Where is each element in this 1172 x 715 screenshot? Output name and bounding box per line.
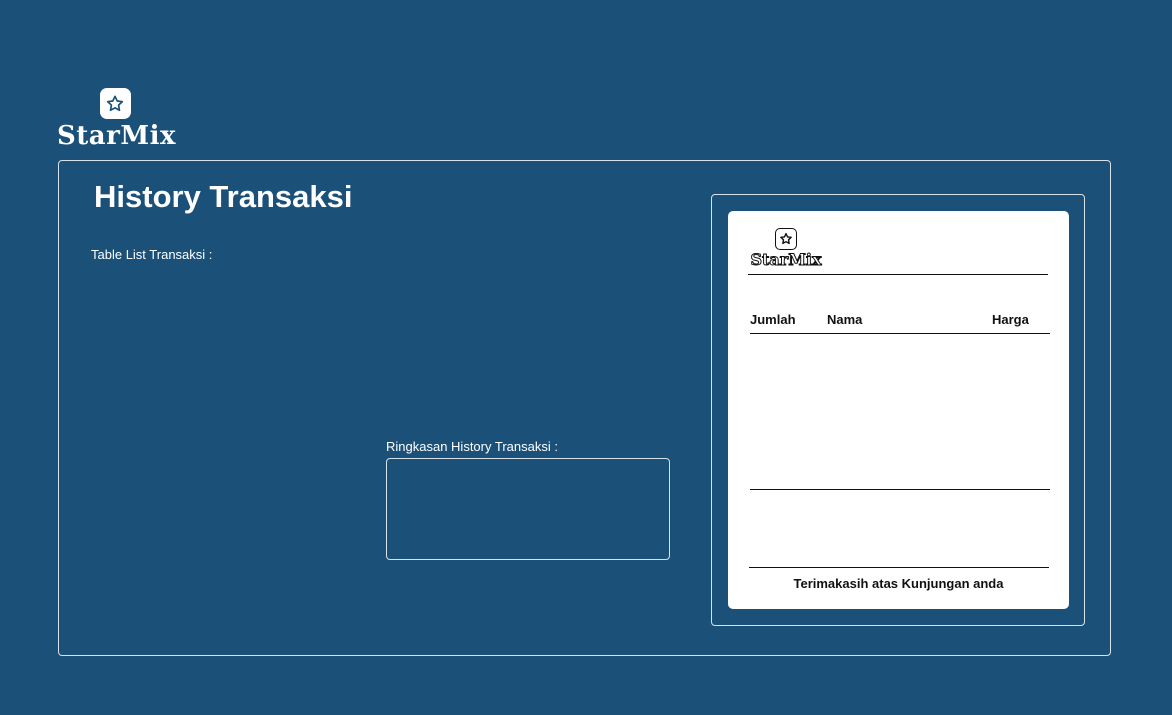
column-header-nama: Nama — [827, 312, 863, 327]
page-title: History Transaksi — [94, 179, 353, 214]
table-list-label: Table List Transaksi : — [91, 247, 213, 262]
column-header-jumlah: Jumlah — [750, 312, 796, 327]
receipt-divider — [750, 333, 1050, 334]
receipt-divider — [749, 567, 1049, 568]
summary-label: Ringkasan History Transaksi : — [386, 439, 558, 454]
receipt-divider — [748, 274, 1048, 275]
receipt-divider — [750, 489, 1050, 490]
column-header-harga: Harga — [992, 312, 1029, 327]
star-icon — [775, 228, 797, 250]
receipt-brand-name: StarMix — [750, 250, 822, 269]
receipt-thanks: Terimakasih atas Kunjungan anda — [793, 576, 1004, 591]
summary-box — [386, 458, 670, 560]
receipt-logo: StarMix — [746, 228, 826, 269]
receipt: StarMix Jumlah Nama Harga Terimakasih at… — [728, 211, 1069, 609]
brand-logo: StarMix — [57, 88, 176, 151]
star-icon — [99, 88, 131, 119]
brand-name: StarMix — [57, 121, 176, 151]
